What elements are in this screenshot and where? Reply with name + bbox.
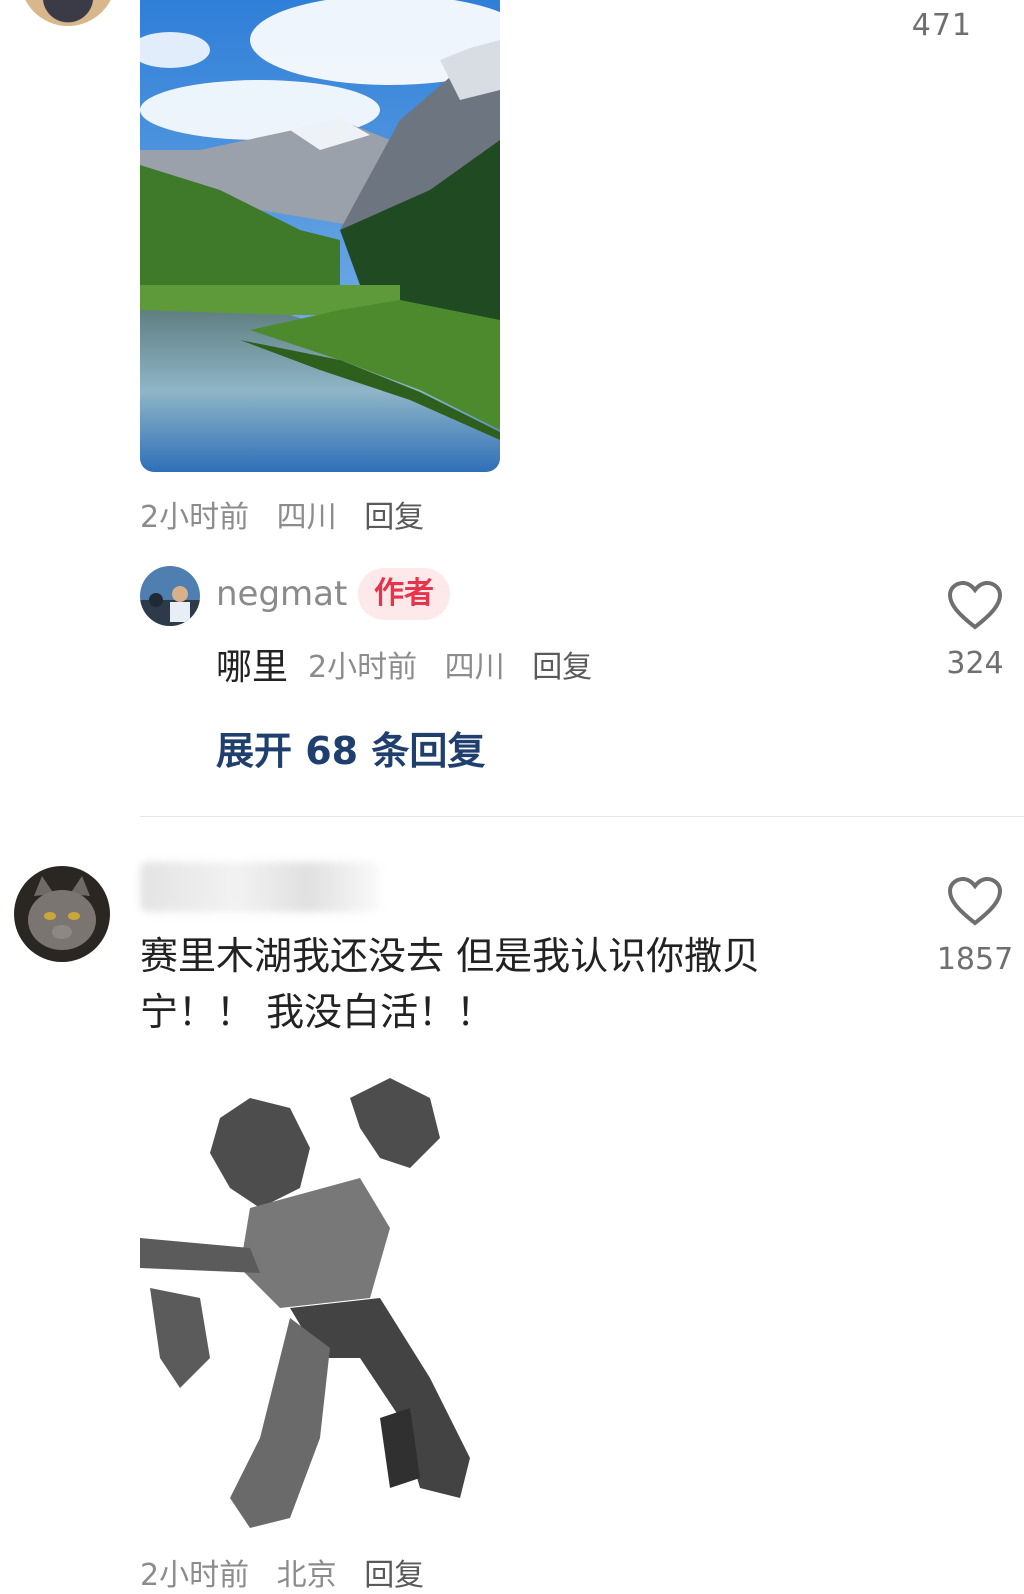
like-button[interactable] [947,580,1003,636]
author-badge: 作者 [358,568,450,620]
like-count: 471 [911,8,972,43]
comment-meta: 2小时前 北京 回复 [140,1550,424,1594]
timestamp: 2小时前 [140,1558,250,1593]
reply-button[interactable]: 回复 [364,1558,424,1593]
reply-button[interactable]: 回复 [532,650,592,685]
username-blurred[interactable] [140,862,380,912]
divider [140,816,1024,817]
avatar[interactable] [20,0,116,26]
heart-icon [947,876,1003,926]
location: 四川 [276,500,337,535]
heart-icon [947,580,1003,630]
meme-image [140,1058,500,1536]
username[interactable]: negmat [216,574,347,614]
timestamp: 2小时前 [140,500,250,535]
reply-text: 哪里 [216,647,289,688]
location: 北京 [276,1558,337,1593]
like-button[interactable] [947,876,1003,932]
location: 四川 [444,650,505,685]
expand-replies-link[interactable]: 展开 68 条回复 [216,720,485,775]
comment-image-meme[interactable] [140,1058,500,1536]
avatar[interactable] [140,566,200,626]
avatar-photo [140,566,200,626]
comment-text: 赛里木湖我还没去 但是我认识你撒贝宁！！ 我没白活！！ [140,934,761,1034]
reply-button[interactable]: 回复 [364,500,424,535]
comment-image-landscape[interactable] [140,0,500,472]
like-count: 1857 [936,942,1014,977]
comment-meta: 2小时前 四川 回复 [140,492,424,536]
cat-photo [14,866,110,962]
landscape-photo [140,0,500,472]
reply-meta: 2小时前 四川 回复 [308,642,592,686]
like-count: 324 [946,646,1004,681]
timestamp: 2小时前 [308,650,418,685]
avatar[interactable] [14,866,110,962]
